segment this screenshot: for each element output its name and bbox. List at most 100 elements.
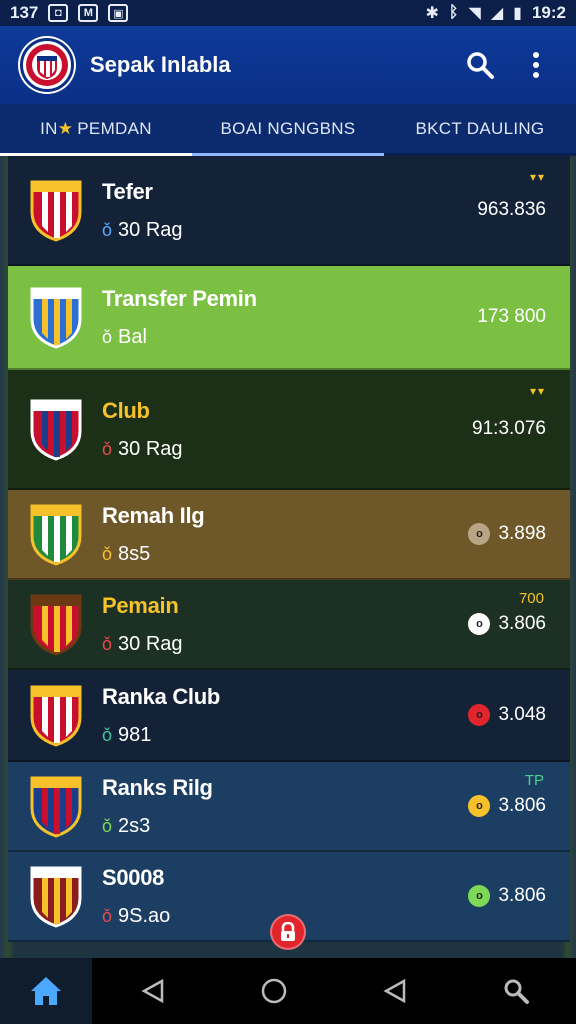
system-nav-bar [0, 958, 576, 1024]
lock-icon [281, 922, 295, 941]
row-tag: TP [524, 772, 544, 789]
vibrate-icon: ᛒ [448, 4, 459, 21]
row-subtitle-text: Bal [118, 325, 147, 348]
row-value: o 3.806 [468, 613, 546, 635]
lock-button[interactable] [270, 914, 306, 950]
chevron-down-icon[interactable]: ▾▾ [530, 384, 546, 398]
stat-icon: ǒ [102, 219, 113, 240]
tab-bar: IN ★ PEMDAN BOAI NGNGBNS BKCT DAULING [0, 104, 576, 156]
row-value-text: 3.898 [498, 523, 546, 544]
status-bar: 137 ◘ M ▣ ✱ ᛒ ◥ ◢ ▮ 19:2 [0, 0, 576, 26]
row-value: o 3.806 [468, 795, 546, 817]
more-vert-icon[interactable] [516, 45, 556, 85]
row-subtitle: ǒ 9S.ao [102, 905, 570, 928]
tab-bkct[interactable]: BKCT DAULING [384, 104, 576, 153]
row-value: o 3.806 [468, 885, 546, 907]
list-item[interactable]: Tefer ǒ 30 Rag 963.836 ▾▾ [8, 156, 570, 266]
back-button[interactable] [92, 978, 213, 1004]
row-subtitle: ǒ 8s5 [102, 543, 570, 566]
tab-boai[interactable]: BOAI NGNGBNS [192, 104, 384, 156]
row-value-text: 3.806 [498, 795, 546, 816]
row-value-text: 963.836 [477, 199, 546, 220]
tab-pemdan[interactable]: IN ★ PEMDAN [0, 104, 192, 156]
row-value: 173 800 [477, 306, 546, 328]
row-value-text: 173 800 [477, 306, 546, 327]
row-subtitle-text: 30 Rag [118, 437, 183, 460]
row-subtitle-text: 2s3 [118, 814, 151, 837]
row-subtitle-text: 981 [118, 723, 152, 746]
tab-label: BKCT DAULING [415, 118, 545, 138]
list-item[interactable]: Ranks Rilg ǒ 2s3 o 3.806 TP [8, 762, 570, 852]
stat-icon: ǒ [102, 724, 113, 745]
home-icon [31, 977, 61, 1005]
row-subtitle-text: 9S.ao [118, 904, 171, 927]
stat-icon: ǒ [102, 815, 113, 836]
stat-icon: ǒ [102, 905, 113, 926]
chevron-down-icon[interactable]: ▾▾ [530, 170, 546, 184]
row-value-text: 91:3.076 [472, 418, 546, 439]
club-crest-icon [30, 594, 82, 656]
coin-icon: o [468, 523, 491, 545]
list-item[interactable]: Ranka Club ǒ 981 o 3.048 [8, 670, 570, 762]
row-subtitle-text: 30 Rag [118, 632, 183, 655]
club-crest-icon [30, 287, 82, 349]
list-item[interactable]: Pemain ǒ 30 Rag o 3.806 700 [8, 580, 570, 670]
row-value-text: 3.048 [498, 704, 546, 725]
club-crest-icon [30, 776, 82, 838]
search-nav-button[interactable] [455, 977, 576, 1005]
club-list: Tefer ǒ 30 Rag 963.836 ▾▾ Transfer Pemin… [8, 156, 570, 942]
search-icon [504, 979, 529, 1004]
status-time-right: 19:2 [531, 3, 566, 22]
list-item[interactable]: Transfer Pemin ǒ Bal 173 800 [8, 266, 570, 370]
bluetooth-icon: ✱ [425, 5, 439, 22]
tab-label: BOAI NGNGBNS [220, 118, 356, 138]
list-item[interactable]: Club ǒ 30 Rag 91:3.076 ▾▾ [8, 370, 570, 490]
app-logo [20, 38, 74, 92]
row-value: 91:3.076 [472, 418, 546, 440]
stat-icon: ǒ [102, 438, 113, 459]
search-icon[interactable] [460, 45, 500, 85]
home-button[interactable] [0, 958, 92, 1024]
coin-icon: o [468, 885, 491, 907]
tab-prefix: IN [40, 118, 58, 138]
row-value-text: 3.806 [498, 613, 546, 634]
row-value: 963.836 [477, 199, 546, 221]
tab-label: PEMDAN [77, 118, 152, 138]
row-subtitle-text: 30 Rag [118, 218, 183, 241]
row-subtitle: ǒ 2s3 [102, 815, 570, 838]
notification-icon: ◘ [48, 4, 69, 22]
row-subtitle: ǒ 981 [102, 724, 570, 747]
stat-icon: ǒ [102, 543, 113, 564]
club-crest-icon [30, 866, 82, 928]
home-circle-button[interactable] [213, 977, 334, 1005]
recent-button[interactable] [334, 978, 455, 1004]
back-icon [382, 978, 405, 1004]
coin-icon: o [468, 704, 491, 726]
back-icon [140, 978, 163, 1004]
row-value: o 3.048 [468, 704, 546, 726]
coin-icon: o [468, 613, 491, 635]
list-item[interactable]: Remah Ilg ǒ 8s5 o 3.898 [8, 490, 570, 580]
row-subtitle: ǒ Bal [102, 326, 570, 349]
image-icon: ▣ [108, 4, 129, 22]
wifi-icon: ◥ [468, 5, 481, 22]
battery-icon: ▮ [513, 5, 522, 22]
stat-icon: ǒ [102, 326, 113, 347]
row-tag: 700 [518, 590, 544, 607]
row-value: o 3.898 [468, 523, 546, 545]
status-time-left: 137 [10, 3, 39, 22]
coin-icon: o [468, 795, 491, 817]
row-value-text: 3.806 [498, 885, 546, 906]
row-subtitle: ǒ 30 Rag [102, 633, 570, 656]
home-circle-icon [261, 978, 286, 1004]
mail-icon: M [78, 4, 99, 22]
club-crest-icon [30, 685, 82, 747]
app-title: Sepak Inlabla [90, 52, 231, 77]
signal-icon: ◢ [490, 5, 504, 22]
stat-icon: ǒ [102, 633, 113, 654]
app-bar: Sepak Inlabla [0, 26, 576, 104]
row-subtitle: ǒ 30 Rag [102, 219, 570, 242]
star-icon: ★ [57, 118, 74, 138]
row-subtitle: ǒ 30 Rag [102, 438, 570, 461]
club-crest-icon [30, 180, 82, 242]
